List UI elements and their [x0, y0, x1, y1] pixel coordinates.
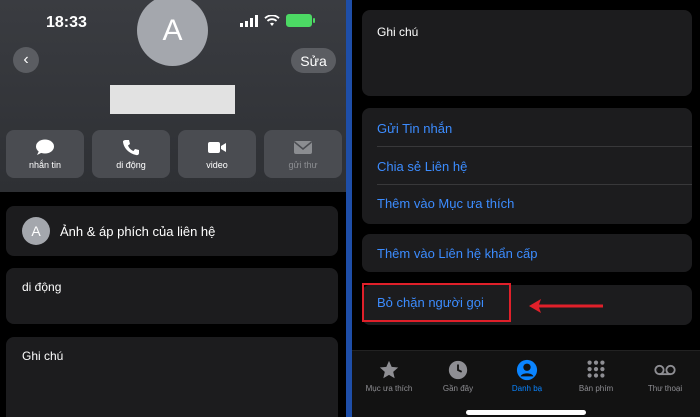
contact-photo-poster-row[interactable]: A Ảnh & áp phích của liên hệ [6, 206, 338, 256]
arrow-left-icon [529, 299, 603, 313]
battery-icon [286, 14, 315, 27]
contact-photo-poster-label: Ảnh & áp phích của liên hệ [60, 223, 216, 239]
home-indicator [466, 410, 586, 415]
status-icons [240, 14, 315, 27]
tab-label: Mục ưa thích [365, 384, 413, 393]
tab-contacts[interactable]: Danh bạ [497, 359, 557, 393]
contact-detail-left-screen: 18:33 ‹ A Sửa nhắn tin di động video gửi… [0, 0, 346, 417]
contact-avatar: A [137, 0, 208, 66]
notes-card[interactable]: Ghi chú [362, 10, 692, 96]
message-action-button[interactable]: nhắn tin [6, 130, 84, 178]
video-action-button[interactable]: video [178, 130, 256, 178]
tab-label: Gần đây [442, 384, 474, 393]
action-label: di động [116, 159, 146, 170]
mail-icon [294, 140, 312, 154]
add-to-favorites-link[interactable]: Thêm vào Mục ưa thích [377, 196, 514, 211]
wifi-icon [264, 14, 280, 26]
tab-keypad[interactable]: Bàn phím [566, 359, 626, 393]
divider [377, 146, 692, 147]
mobile-label: di động [22, 280, 62, 294]
action-label: nhắn tin [28, 159, 62, 170]
tab-bar: Mục ưa thích Gần đây Danh bạ Bàn phím Th… [352, 350, 700, 417]
edit-button[interactable]: Sửa [291, 48, 336, 73]
person-icon [516, 359, 538, 381]
voicemail-icon [654, 364, 676, 376]
video-icon [208, 141, 226, 153]
contact-actions-group: Gửi Tin nhắn Chia sẻ Liên hệ Thêm vào Mụ… [362, 108, 692, 224]
keypad-icon [587, 360, 605, 378]
mobile-number-card[interactable]: di động [6, 268, 338, 324]
notes-card[interactable]: Ghi chú [6, 337, 338, 417]
notes-label: Ghi chú [22, 349, 64, 363]
action-label: gửi thư [288, 159, 318, 170]
action-label: video [206, 159, 228, 170]
back-button[interactable]: ‹ [13, 47, 39, 73]
contact-name-redacted [110, 85, 235, 114]
clock-icon [448, 360, 468, 380]
avatar: A [22, 217, 50, 245]
notes-label: Ghi chú [377, 25, 419, 39]
highlight-box [362, 283, 511, 322]
chevron-left-icon: ‹ [23, 51, 29, 68]
tab-label: Thư thoại [647, 384, 683, 393]
star-icon [379, 360, 399, 379]
call-action-button[interactable]: di động [92, 130, 170, 178]
share-contact-link[interactable]: Chia sẻ Liên hệ [377, 159, 467, 174]
tab-label: Bàn phím [578, 384, 614, 393]
add-emergency-contact-link[interactable]: Thêm vào Liên hệ khẩn cấp [377, 246, 537, 261]
message-icon [36, 139, 54, 155]
phone-icon [122, 139, 139, 155]
tab-voicemail[interactable]: Thư thoại [635, 359, 695, 393]
send-message-link[interactable]: Gửi Tin nhắn [377, 121, 452, 136]
tab-label: Danh bạ [511, 384, 543, 393]
tab-favorites[interactable]: Mục ưa thích [359, 359, 419, 393]
status-time: 18:33 [46, 14, 87, 31]
contact-header: 18:33 ‹ A Sửa nhắn tin di động video gửi… [0, 0, 346, 192]
mail-action-button[interactable]: gửi thư [264, 130, 342, 178]
quick-actions: nhắn tin di động video gửi thư [6, 130, 342, 178]
emergency-contact-card: Thêm vào Liên hệ khẩn cấp [362, 234, 692, 272]
divider [377, 184, 692, 185]
contact-detail-right-screen: Ghi chú Gửi Tin nhắn Chia sẻ Liên hệ Thê… [352, 0, 700, 417]
tab-recents[interactable]: Gần đây [428, 359, 488, 393]
signal-icon [240, 14, 258, 27]
